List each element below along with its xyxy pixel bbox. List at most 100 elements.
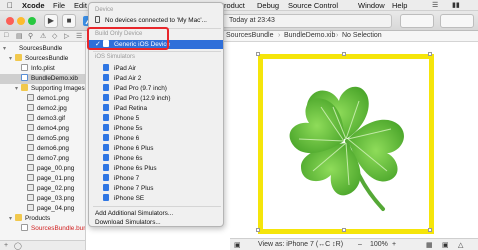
navigator-row[interactable]: page_03.png xyxy=(0,194,85,204)
menu-separator xyxy=(93,51,221,52)
navigator-row[interactable]: Info.plist xyxy=(0,64,85,74)
menu-source-control[interactable]: Source Control xyxy=(288,1,338,10)
jump-bar-selection[interactable]: No Selection xyxy=(342,32,382,39)
breakpoint-icon[interactable]: ▷ xyxy=(64,32,69,40)
menu-window[interactable]: Window xyxy=(358,1,385,10)
simulator-item[interactable]: iPhone 5s xyxy=(89,124,223,133)
wifi-icon[interactable]: ☰ xyxy=(432,1,438,9)
navigator-row[interactable]: page_02.png xyxy=(0,184,85,194)
navigator-row-label: demo7.png xyxy=(37,155,69,162)
simulator-item[interactable]: iPhone 5 xyxy=(89,114,223,123)
navigator-row[interactable]: demo2.jpg xyxy=(0,104,85,114)
simulator-item[interactable]: iPhone 6 Plus xyxy=(89,144,223,153)
resize-handle[interactable] xyxy=(428,52,432,56)
menu-debug[interactable]: Debug xyxy=(257,1,279,10)
simulator-device-icon xyxy=(103,124,109,131)
simulator-item[interactable]: iPhone 7 Plus xyxy=(89,184,223,193)
simulator-item[interactable]: iPad Retina xyxy=(89,104,223,113)
navigator-row-label: SourcesBundle.bundle xyxy=(31,225,85,232)
simulator-item[interactable]: iPhone 6 xyxy=(89,134,223,143)
zoom-out-button[interactable]: – xyxy=(358,241,362,248)
simulator-device-icon xyxy=(103,64,109,71)
four-leaf-clover-image xyxy=(289,86,404,211)
simulator-item[interactable]: iPhone 6s xyxy=(89,154,223,163)
folder-icon xyxy=(15,54,22,61)
navigator-row[interactable]: ▾ SourcesBundle xyxy=(0,54,85,64)
navigator-row[interactable]: page_01.png xyxy=(0,174,85,184)
battery-icon[interactable]: ▮▮ xyxy=(452,1,460,9)
folder-icon[interactable]: □ xyxy=(4,32,8,39)
navigator-row[interactable]: ▾ Products xyxy=(0,214,85,224)
navigator-row-label: demo1.png xyxy=(37,95,69,102)
pin-icon[interactable]: ▣ xyxy=(442,241,449,249)
png-icon xyxy=(27,174,34,181)
minimize-window-icon[interactable] xyxy=(17,17,25,25)
stop-button[interactable]: ■ xyxy=(62,14,76,28)
simulator-item-label: iPad Pro (12.9 inch) xyxy=(114,95,171,102)
resize-handle[interactable] xyxy=(256,228,260,232)
panel-toggle-segmented-control[interactable] xyxy=(440,14,474,28)
navigator-row[interactable]: page_04.png xyxy=(0,204,85,214)
image-view-frame[interactable] xyxy=(258,54,434,234)
simulator-item[interactable]: iPhone 7 xyxy=(89,174,223,183)
navigator-row[interactable]: ▾ SourcesBundle xyxy=(0,44,85,54)
navigator-row[interactable]: ▾ Supporting Images xyxy=(0,84,85,94)
run-button[interactable]: ▶ xyxy=(44,14,58,28)
png-icon xyxy=(27,204,34,211)
apple-icon[interactable]:  xyxy=(7,1,13,10)
issue-icon[interactable]: ⚠ xyxy=(40,32,46,40)
menu-file[interactable]: File xyxy=(53,1,65,10)
navigator-row[interactable]: BundleDemo.xib xyxy=(0,74,85,84)
simulator-item[interactable]: iPad Air 2 xyxy=(89,74,223,83)
simulator-item-label: iPhone 6s Plus xyxy=(114,165,157,172)
menu-help[interactable]: Help xyxy=(392,1,407,10)
add-simulators-item[interactable]: Add Additional Simulators... xyxy=(89,209,223,218)
filter-icon[interactable]: ◯ xyxy=(14,242,22,250)
navigator-row[interactable]: demo4.png xyxy=(0,124,85,134)
download-simulators-item[interactable]: Download Simulators... xyxy=(89,218,223,226)
navigator-row[interactable]: page_00.png xyxy=(0,164,85,174)
close-window-icon[interactable] xyxy=(6,17,14,25)
navigator-row-label: page_02.png xyxy=(37,185,75,192)
simulator-item[interactable]: iPhone 6s Plus xyxy=(89,164,223,173)
symbol-navigator-icon[interactable]: ▤ xyxy=(16,32,23,40)
report-icon[interactable]: ☰ xyxy=(76,32,82,40)
test-icon[interactable]: ◇ xyxy=(52,32,57,40)
simulator-item[interactable]: iPhone SE xyxy=(89,194,223,203)
layout-constraints-icon[interactable]: ▦ xyxy=(426,241,433,249)
add-icon[interactable]: + xyxy=(4,242,8,249)
jump-bar-file[interactable]: BundleDemo.xib xyxy=(284,32,335,39)
navigator-row[interactable]: demo6.png xyxy=(0,144,85,154)
resize-handle[interactable] xyxy=(428,228,432,232)
navigator-row[interactable]: SourcesBundle.bundle xyxy=(0,224,85,234)
resize-handle[interactable] xyxy=(256,52,260,56)
menu-xcode[interactable]: Xcode xyxy=(22,1,45,10)
navigator-row[interactable]: demo7.png xyxy=(0,154,85,164)
resolve-icon[interactable]: △ xyxy=(458,241,463,249)
editor-mode-segmented-control[interactable] xyxy=(400,14,434,28)
canvas-bottom-bar: ▣ View as: iPhone 7 (↔C ↕R) – 100% + ▦ ▣… xyxy=(230,238,478,250)
jump-bar-project[interactable]: SourcesBundle xyxy=(226,32,273,39)
navigator-row-label: Supporting Images xyxy=(31,85,85,92)
simulator-item[interactable]: iPad Air xyxy=(89,64,223,73)
menu-edit[interactable]: Edit xyxy=(74,1,87,10)
navigator-row-label: SourcesBundle xyxy=(19,45,63,52)
simulator-device-icon xyxy=(103,164,109,171)
simulator-item[interactable]: iPad Pro (9.7 inch) xyxy=(89,84,223,93)
view-as-device-label[interactable]: View as: iPhone 7 (↔C ↕R) xyxy=(258,241,343,248)
project-icon xyxy=(9,44,16,51)
find-icon[interactable]: ⚲ xyxy=(28,32,33,40)
sidebar-toggle-icon[interactable]: ▣ xyxy=(234,241,241,249)
simulator-item-label: iPhone SE xyxy=(114,195,145,202)
simulator-device-icon xyxy=(103,174,109,181)
navigator-row[interactable]: demo5.png xyxy=(0,134,85,144)
navigator-row[interactable]: demo3.gif xyxy=(0,114,85,124)
simulator-item[interactable]: iPad Pro (12.9 inch) xyxy=(89,94,223,103)
navigator-row[interactable]: demo1.png xyxy=(0,94,85,104)
zoom-in-button[interactable]: + xyxy=(392,241,396,248)
resize-handle[interactable] xyxy=(342,52,346,56)
zoom-window-icon[interactable] xyxy=(28,17,36,25)
resize-handle[interactable] xyxy=(342,228,346,232)
simulator-item-label: iPhone 5s xyxy=(114,125,143,132)
no-devices-item[interactable]: No devices connected to 'My Mac'... xyxy=(89,16,223,25)
